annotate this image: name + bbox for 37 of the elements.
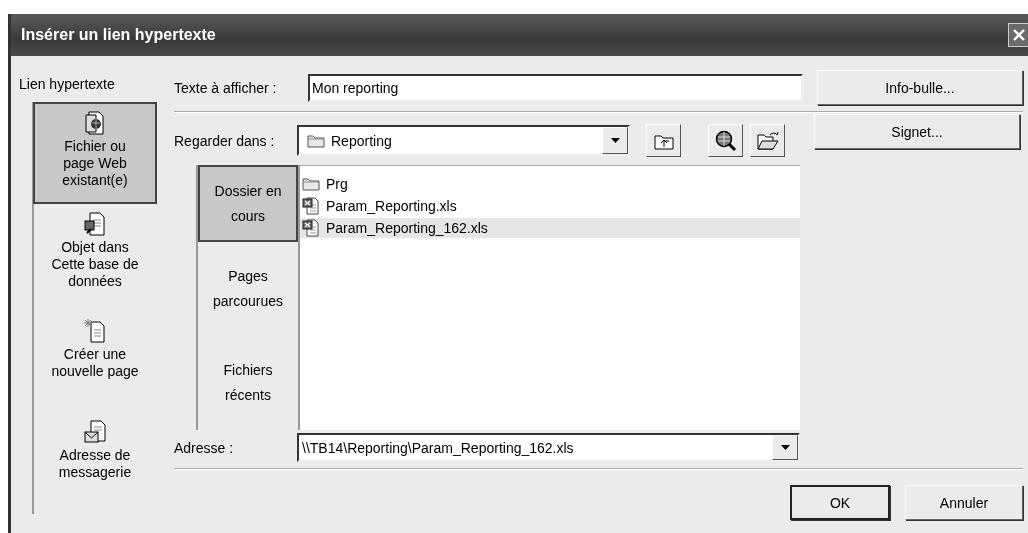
places-item[interactable]: Dossier en cours (198, 165, 298, 243)
file-row[interactable]: Prg (300, 174, 800, 194)
browse-web-button[interactable] (708, 124, 743, 157)
bookmark-button[interactable]: Signet... (814, 114, 1020, 149)
cancel-button[interactable]: Annuler (905, 485, 1023, 520)
folder-dropdown[interactable]: Reporting (297, 125, 630, 156)
window-title: Insérer un lien hypertexte (20, 26, 216, 44)
file-row[interactable]: Param_Reporting.xls (300, 196, 800, 216)
new-document-icon (83, 317, 107, 344)
close-icon (1011, 28, 1026, 42)
field-label: Texte à afficher : (174, 79, 278, 96)
tooltip-button[interactable]: Info-bulle... (817, 70, 1023, 105)
browse-file-button[interactable] (750, 124, 785, 157)
link-type-item[interactable]: Adresse de messagerie (33, 412, 157, 514)
field-label: Adresse : (174, 439, 235, 456)
folder-icon (302, 176, 320, 192)
link-type-item[interactable]: Fichier ou page Web existant(e) (33, 102, 157, 204)
globe-magnifier-icon (714, 129, 737, 152)
dropdown-arrow-icon (610, 138, 620, 143)
ok-button[interactable]: OK (790, 485, 890, 520)
places-item[interactable]: Fichiers récents (198, 336, 298, 430)
document-arrow-icon (83, 210, 107, 237)
text-field[interactable]: Mon reporting (308, 73, 803, 102)
field-label: Regarder dans : (174, 132, 276, 149)
file-globe-icon (83, 110, 107, 136)
open-folder-icon (756, 130, 779, 151)
folder-icon (307, 132, 325, 149)
section-label: Lien hypertexte (18, 76, 116, 92)
address-dropdown[interactable]: \\TB14\Reporting\Param_Reporting_162.xls (297, 433, 800, 462)
close-button[interactable] (1008, 23, 1028, 47)
file-row[interactable]: Param_Reporting_162.xls (300, 218, 800, 238)
places-item[interactable]: Pages parcourues (198, 242, 298, 337)
document-envelope-icon (83, 419, 107, 446)
up-folder-button[interactable] (646, 124, 681, 157)
dropdown-arrow-icon (780, 445, 790, 450)
link-type-item[interactable]: Objet dans Cette base de données (33, 203, 157, 311)
link-type-item[interactable]: Créer une nouvelle page (33, 310, 157, 413)
